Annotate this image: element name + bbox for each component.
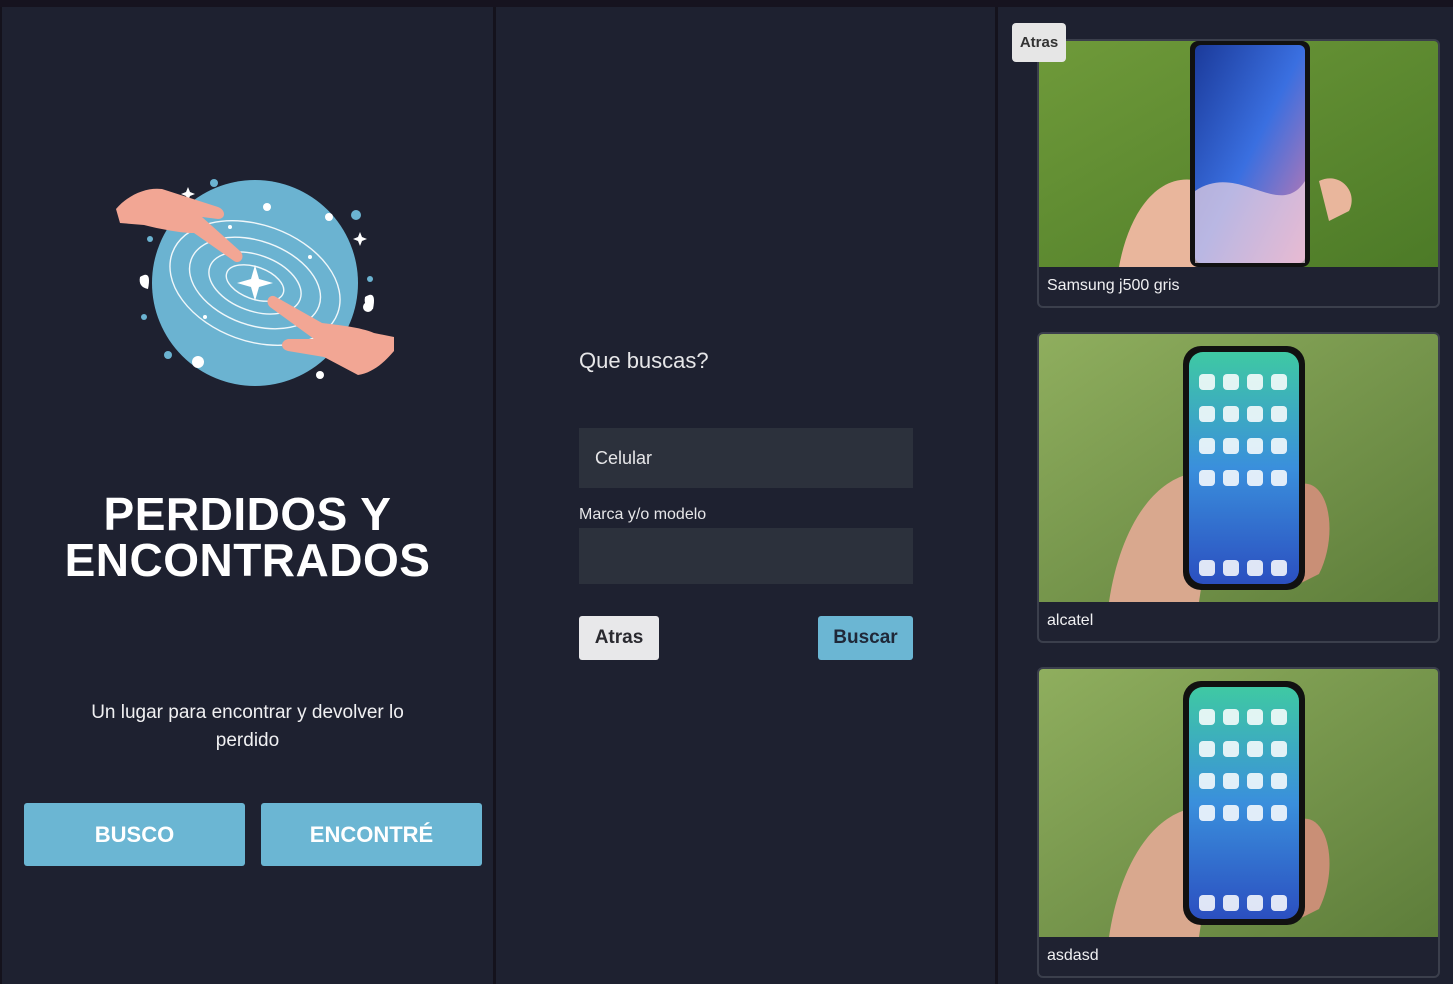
back-button[interactable]: Atras: [579, 616, 659, 660]
busco-button[interactable]: BUSCO: [24, 803, 245, 866]
search-panel: Que buscas? Celular Marca y/o modelo Atr…: [496, 7, 995, 984]
encontre-button[interactable]: ENCONTRÉ: [261, 803, 482, 866]
result-card[interactable]: Samsung j500 gris: [1037, 39, 1440, 308]
app-tagline: Un lugar para encontrar y devolver lo pe…: [91, 702, 404, 751]
category-value: Celular: [595, 447, 653, 468]
android-phone-photo-icon: [1039, 41, 1438, 267]
search-question: Que buscas?: [579, 348, 709, 373]
result-card-label: alcatel: [1047, 612, 1094, 629]
results-panel: Atras Samsung j500 gris alcatel asdasd: [998, 7, 1453, 984]
result-card-label: Samsung j500 gris: [1047, 277, 1180, 294]
brand-input[interactable]: [579, 528, 913, 584]
app-title: PERDIDOS Y ENCONTRADOS: [64, 488, 431, 586]
home-panel: PERDIDOS Y ENCONTRADOS Un lugar para enc…: [2, 7, 493, 984]
iphone-photo-icon: [1039, 334, 1438, 602]
search-button[interactable]: Buscar: [818, 616, 913, 660]
hands-galaxy-logo-icon: [116, 179, 394, 386]
result-card[interactable]: asdasd: [1037, 667, 1440, 978]
category-select[interactable]: Celular: [579, 428, 913, 488]
results-back-button[interactable]: Atras: [1012, 23, 1066, 62]
iphone-photo-icon: [1039, 669, 1438, 937]
result-card[interactable]: alcatel: [1037, 332, 1440, 643]
result-card-label: asdasd: [1047, 947, 1099, 964]
brand-label: Marca y/o modelo: [579, 506, 707, 523]
top-bar: [0, 0, 1453, 7]
